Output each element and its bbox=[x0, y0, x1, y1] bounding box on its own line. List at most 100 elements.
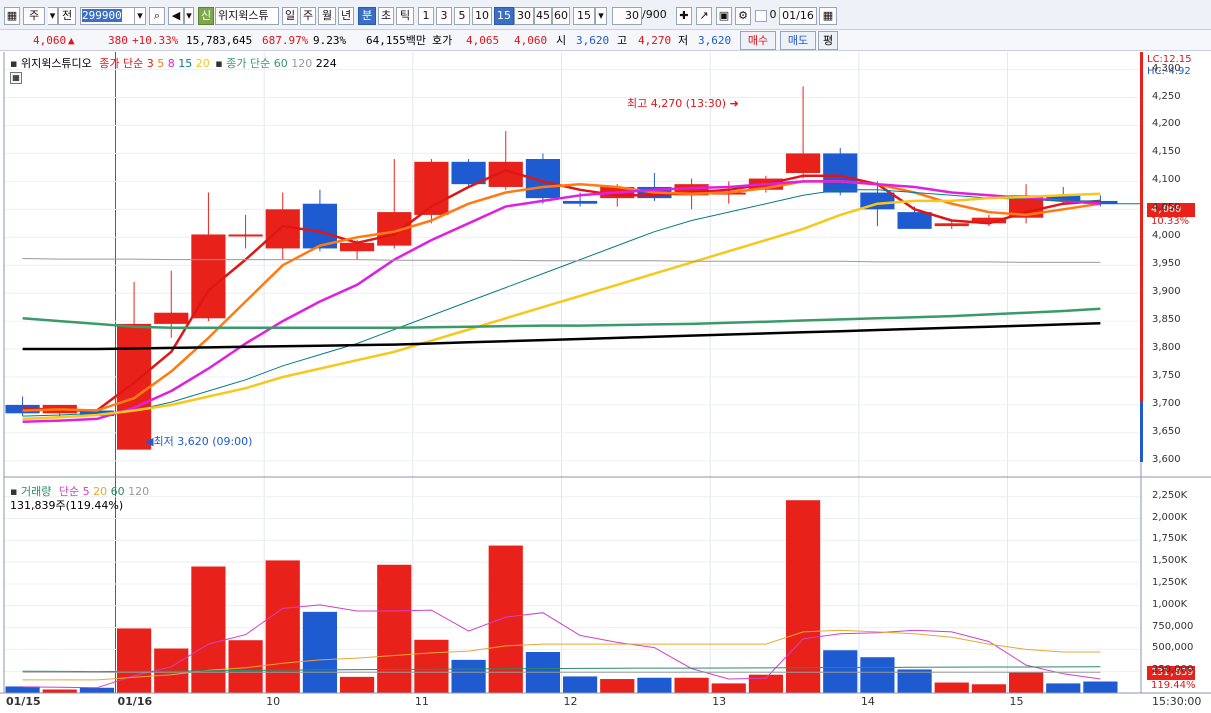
volume-tick-label: 2,250K bbox=[1152, 489, 1188, 501]
price-legend: ▪ 위지윅스튜디오 종가 단순 3 5 8 15 20 ▪ 종가 단순 60 1… bbox=[10, 57, 337, 70]
price-tick-label: 4,000 bbox=[1152, 230, 1181, 242]
evaluate-button[interactable]: 평 bbox=[818, 31, 838, 50]
market-type-dropdown-icon[interactable]: ▾ bbox=[48, 7, 58, 25]
price-tick-label: 3,750 bbox=[1152, 369, 1181, 381]
buy-button[interactable]: 매수 bbox=[740, 31, 776, 50]
settings-gear-icon[interactable]: ⚙ bbox=[735, 7, 751, 25]
high-price: 4,270 bbox=[638, 34, 672, 47]
volume-bar bbox=[191, 566, 226, 693]
price-tick-label: 3,800 bbox=[1152, 342, 1181, 354]
bid-label: 호가 bbox=[432, 34, 453, 47]
legend-ma-5: 5 bbox=[157, 57, 165, 70]
prev-button[interactable]: 전 bbox=[58, 7, 76, 25]
interval-dropdown-icon[interactable]: ▾ bbox=[595, 7, 607, 25]
high-annotation: 최고 4,270 (13:30) ➜ bbox=[627, 97, 739, 110]
interval-button-45[interactable]: 45 bbox=[534, 7, 552, 25]
x-tick-label: 01/16 bbox=[117, 695, 153, 708]
volume-rate: 687.97% bbox=[262, 34, 309, 47]
volume-tick-label: 1,750K bbox=[1152, 533, 1188, 545]
volume-bar bbox=[748, 674, 784, 693]
price-tick-label: 3,700 bbox=[1152, 397, 1181, 409]
count-input[interactable]: 30 bbox=[612, 7, 642, 25]
period-second-button[interactable]: 초 bbox=[378, 7, 394, 25]
price-tick-label: 3,900 bbox=[1152, 286, 1181, 298]
date-input[interactable]: 01/16 bbox=[779, 7, 817, 25]
volume-bar bbox=[823, 650, 858, 693]
chart-area[interactable]: ▪ 위지윅스튜디오 종가 단순 3 5 8 15 20 ▪ 종가 단순 60 1… bbox=[0, 52, 1211, 713]
period-month-button[interactable]: 월 bbox=[318, 7, 336, 25]
price-tick-label: 4,200 bbox=[1152, 118, 1181, 130]
stock-chart[interactable] bbox=[0, 52, 1211, 713]
interval-button-30[interactable]: 30 bbox=[514, 7, 534, 25]
candle-body bbox=[228, 234, 263, 237]
legend-ma-20: 20 bbox=[195, 57, 210, 70]
candle-body bbox=[339, 242, 375, 252]
period-week-button[interactable]: 주 bbox=[300, 7, 316, 25]
legend-ma-8: 8 bbox=[167, 57, 175, 70]
period-tick-button[interactable]: 틱 bbox=[396, 7, 414, 25]
search-icon[interactable]: ⌕ bbox=[149, 7, 165, 25]
price-tick-label: 4,300 bbox=[1152, 62, 1181, 74]
x-tick-label: 01/15 bbox=[6, 695, 41, 708]
ask-price: 4,065 bbox=[466, 34, 500, 47]
volume-bar bbox=[637, 677, 672, 693]
change-rate: +10.33% bbox=[132, 34, 179, 47]
interval-select[interactable]: 15 bbox=[573, 7, 595, 25]
candle-body bbox=[191, 234, 226, 319]
stock-code-dropdown-icon[interactable]: ▾ bbox=[134, 7, 146, 25]
legend-ma-15: 15 bbox=[178, 57, 193, 70]
high-label: 고 bbox=[617, 34, 628, 47]
interval-button-15[interactable]: 15 bbox=[494, 7, 514, 25]
volume-tick-label: 1,250K bbox=[1152, 576, 1188, 588]
volume-bar bbox=[934, 682, 969, 693]
legend-vol-ma-120: 120 bbox=[128, 485, 150, 498]
period-minute-button[interactable]: 분 bbox=[358, 7, 376, 25]
volume-bar bbox=[414, 639, 449, 693]
interval-button-5[interactable]: 5 bbox=[454, 7, 470, 25]
crosshair-icon[interactable]: ✚ bbox=[676, 7, 692, 25]
current-volume-label: 131,839주(119.44%) bbox=[10, 499, 124, 512]
candle-body bbox=[154, 312, 189, 324]
volume-bar bbox=[600, 679, 635, 693]
legend-ma-3: 3 bbox=[146, 57, 154, 70]
date-checkbox[interactable] bbox=[755, 10, 767, 22]
calendar-icon[interactable]: ▦ bbox=[819, 7, 837, 25]
x-tick-label: 11 bbox=[414, 695, 429, 708]
low-annotation: ◀최저 3,620 (09:00) bbox=[145, 435, 253, 448]
sell-button[interactable]: 매도 bbox=[780, 31, 816, 50]
price-range-bar-low bbox=[1140, 402, 1143, 462]
period-day-button[interactable]: 일 bbox=[282, 7, 298, 25]
legend-ma-224: 224 bbox=[315, 57, 337, 70]
period-year-button[interactable]: 년 bbox=[338, 7, 354, 25]
interval-button-10[interactable]: 10 bbox=[472, 7, 492, 25]
legend-stock-name: 위지윅스튜디오 bbox=[20, 57, 92, 70]
x-tick-label: 10 bbox=[266, 695, 281, 708]
volume-bar bbox=[488, 545, 523, 693]
interval-button-3[interactable]: 3 bbox=[436, 7, 452, 25]
trend-tool-icon[interactable]: ↗ bbox=[696, 7, 712, 25]
market-type-select[interactable]: 주 bbox=[23, 7, 45, 25]
save-icon[interactable]: ▣ bbox=[716, 7, 732, 25]
volume-bar bbox=[711, 683, 746, 693]
volume-bar bbox=[451, 659, 486, 693]
candle-body bbox=[823, 153, 858, 193]
speaker-dropdown-icon[interactable]: ▾ bbox=[184, 7, 194, 25]
layout-icon[interactable]: ▦ bbox=[4, 7, 20, 25]
volume-bar bbox=[377, 564, 412, 693]
interval-button-1[interactable]: 1 bbox=[418, 7, 434, 25]
low-label: 저 bbox=[678, 34, 689, 47]
interval-button-60[interactable]: 60 bbox=[552, 7, 570, 25]
x-tick-label: 14 bbox=[860, 695, 875, 708]
volume-bar bbox=[116, 628, 152, 693]
candle-body bbox=[785, 153, 821, 173]
price-tick-label: 4,100 bbox=[1152, 174, 1181, 186]
turnover-rate: 9.23% bbox=[313, 34, 347, 47]
trade-amount: 64,155백만 bbox=[366, 34, 426, 47]
volume-bar bbox=[1083, 681, 1118, 693]
price-tick-label: 3,850 bbox=[1152, 314, 1181, 326]
chart-toolbar: ▦ 주 ▾ 전 299900 ▾ ⌕ ◀ ▾ 신 위지윅스튜 일 주 월 년 분… bbox=[0, 0, 1211, 30]
bid-price: 4,060 bbox=[514, 34, 548, 47]
price-tick-label: 3,950 bbox=[1152, 258, 1181, 270]
speaker-icon[interactable]: ◀ bbox=[168, 7, 184, 25]
table-toggle-icon[interactable]: ▦ bbox=[10, 72, 22, 84]
